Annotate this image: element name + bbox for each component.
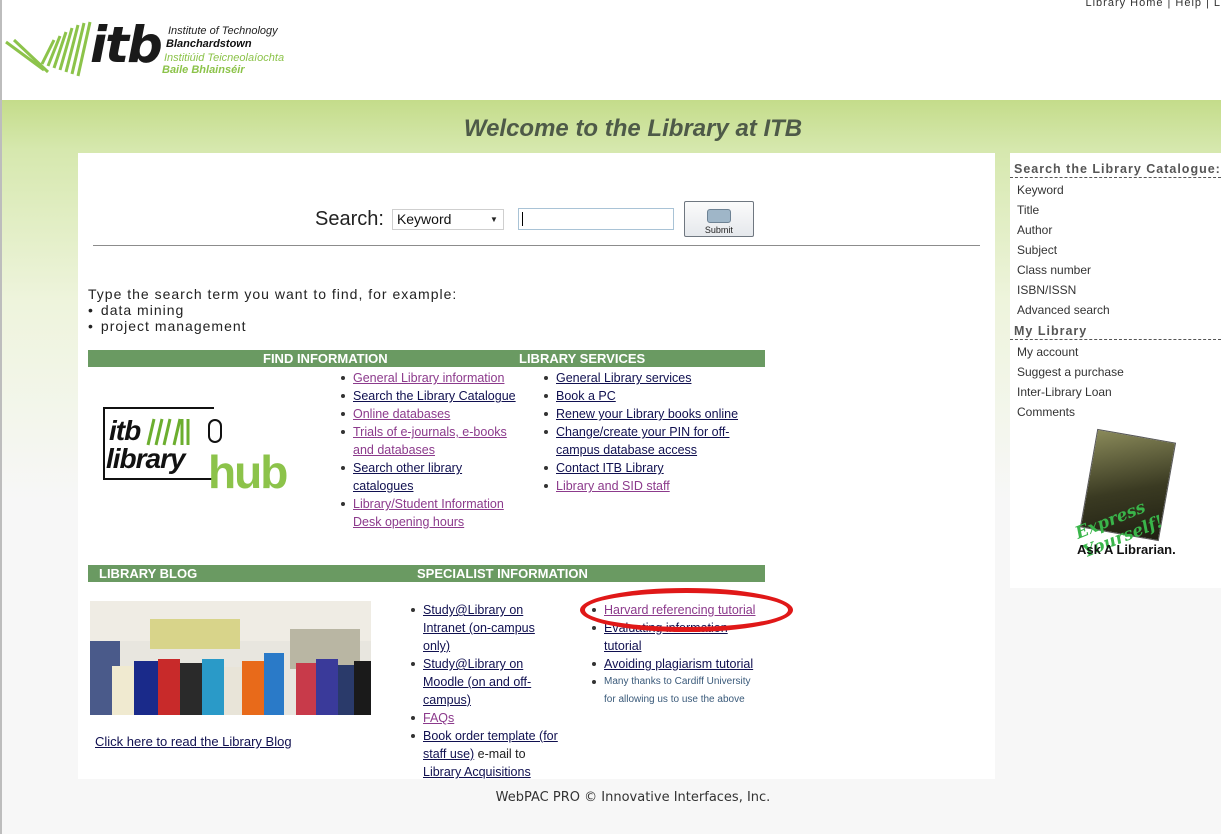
section-bar-blog-specialist: LIBRARY BLOG SPECIALIST INFORMATION (88, 565, 765, 582)
search-type-value: Keyword (396, 211, 452, 227)
mouse-icon (208, 419, 222, 443)
my-library-heading: My Library (1010, 320, 1221, 340)
sidebar-item-advanced-search[interactable]: Advanced search (1017, 300, 1221, 320)
section-bar-find-services: FIND INFORMATION LIBRARY SERVICES (88, 350, 765, 367)
logo-line-2: Blanchardstown (166, 38, 252, 50)
hint-text: Type the search term you want to find, f… (88, 286, 458, 302)
specialist-list-left: Study@Library on Intranet (on-campus onl… (408, 601, 558, 781)
find-information-heading: FIND INFORMATION (263, 351, 388, 366)
search-input[interactable] (517, 208, 674, 230)
catalogue-menu: Keyword Title Author Subject Class numbe… (1010, 178, 1221, 320)
link-online-databases[interactable]: Online databases (353, 407, 450, 421)
link-study-intranet[interactable]: Study@Library on Intranet (on-campus onl… (423, 603, 535, 653)
library-blog-heading: LIBRARY BLOG (99, 566, 198, 581)
search-label: Search: (315, 207, 384, 230)
submit-label: Submit (704, 225, 733, 235)
footer: WebPAC PRO © Innovative Interfaces, Inc. (495, 790, 771, 805)
link-general-library-services[interactable]: General Library services (556, 371, 691, 385)
link-library-acquisitions[interactable]: Library Acquisitions (423, 765, 531, 779)
link-contact-library[interactable]: Contact ITB Library (556, 461, 664, 475)
find-information-list: General Library information Search the L… (338, 369, 518, 531)
link-trials[interactable]: Trials of e-journals, e-books and databa… (353, 425, 507, 457)
sidebar-item-subject[interactable]: Subject (1017, 240, 1221, 260)
link-opening-hours[interactable]: Library/Student Information Desk opening… (353, 497, 504, 529)
header: Library Home | Help | L itb Institute of Tec… (2, 0, 1221, 100)
book-order-suffix: e-mail to (474, 747, 526, 761)
logo-line-3: Institiúid Teicneolaíochta (164, 52, 285, 64)
logo-swoosh-icon (5, 21, 92, 77)
blog-books-image[interactable] (90, 601, 371, 715)
sidebar-item-keyword[interactable]: Keyword (1017, 180, 1221, 200)
sidebar-item-author[interactable]: Author (1017, 220, 1221, 240)
blog-link-text[interactable]: Click here to read the Library Blog (95, 734, 292, 749)
link-general-library-information[interactable]: General Library information (353, 371, 504, 385)
hint-example: project management (88, 318, 457, 334)
right-sidebar: Search the Library Catalogue: Keyword Ti… (1010, 153, 1221, 588)
dropdown-arrow-icon: ▼ (490, 214, 498, 224)
catalogue-heading: Search the Library Catalogue: (1010, 153, 1221, 178)
search-hint: Type the search term you want to find, f… (88, 286, 457, 334)
sidebar-item-inter-library-loan[interactable]: Inter-Library Loan (1017, 382, 1221, 402)
sidebar-item-isbn-issn[interactable]: ISBN/ISSN (1017, 280, 1221, 300)
library-services-list: General Library services Book a PC Renew… (541, 369, 751, 495)
sidebar-item-suggest-purchase[interactable]: Suggest a purchase (1017, 362, 1221, 382)
specialist-information-heading: SPECIALIST INFORMATION (417, 566, 588, 581)
link-avoiding-plagiarism[interactable]: Avoiding plagiarism tutorial (604, 657, 753, 671)
link-renew-books[interactable]: Renew your Library books online (556, 407, 738, 421)
link-study-moodle[interactable]: Study@Library on Moodle (on and off-camp… (423, 657, 531, 707)
logo-mark: itb (90, 16, 163, 74)
truncated-link[interactable]: L (1214, 0, 1221, 9)
library-home-link[interactable]: Library Home (1086, 0, 1164, 9)
ask-label: Ask A Librarian. (1077, 542, 1176, 557)
sidebar-item-class-number[interactable]: Class number (1017, 260, 1221, 280)
books-illustration (90, 601, 371, 715)
link-search-other-catalogues[interactable]: Search other library catalogues (353, 461, 462, 493)
my-library-menu: My account Suggest a purchase Inter-Libr… (1010, 340, 1221, 422)
library-hub-logo: itb library hub (100, 405, 295, 505)
submit-button[interactable]: Submit (683, 201, 754, 237)
link-library-sid-staff[interactable]: Library and SID staff (556, 479, 670, 493)
ask-a-librarian-banner[interactable]: Express Yourself! Ask A Librarian. (1073, 428, 1186, 562)
logo-line-1: Institute of Technology (168, 25, 278, 37)
link-search-catalogue[interactable]: Search the Library Catalogue (353, 389, 516, 403)
blog-link[interactable]: Click here to read the Library Blog (95, 734, 292, 749)
hub-logo-library: library (106, 443, 186, 474)
link-change-pin[interactable]: Change/create your PIN for off-campus da… (556, 425, 729, 457)
sidebar-item-comments[interactable]: Comments (1017, 402, 1221, 422)
submit-icon (706, 209, 731, 223)
cardiff-note-line-2: for allowing us to use the above (604, 694, 745, 705)
page-title: Welcome to the Library at ITB (463, 115, 803, 142)
main-panel: Search: Keyword ▼ Submit Type the search… (78, 153, 995, 779)
link-book-a-pc[interactable]: Book a PC (556, 389, 616, 403)
divider (93, 245, 980, 246)
itb-logo[interactable]: itb Institute of Technology Blanchardsto… (4, 16, 294, 82)
cardiff-note-line-1: Many thanks to Cardiff University (604, 676, 751, 687)
annotation-ellipse (580, 588, 793, 632)
library-services-heading: LIBRARY SERVICES (519, 351, 646, 366)
sidebar-item-my-account[interactable]: My account (1017, 342, 1221, 362)
hub-logo-hub: hub (208, 446, 288, 498)
link-faqs[interactable]: FAQs (423, 711, 454, 725)
top-nav: Library Home | Help | L (1086, 0, 1221, 9)
help-link[interactable]: Help (1175, 0, 1202, 9)
search-type-select[interactable]: Keyword ▼ (391, 208, 504, 230)
search-form: Search: Keyword ▼ Submit (315, 201, 754, 237)
hint-example: data mining (88, 302, 457, 318)
logo-line-4: Baile Bhlainséir (162, 64, 245, 76)
sidebar-item-title[interactable]: Title (1017, 200, 1221, 220)
